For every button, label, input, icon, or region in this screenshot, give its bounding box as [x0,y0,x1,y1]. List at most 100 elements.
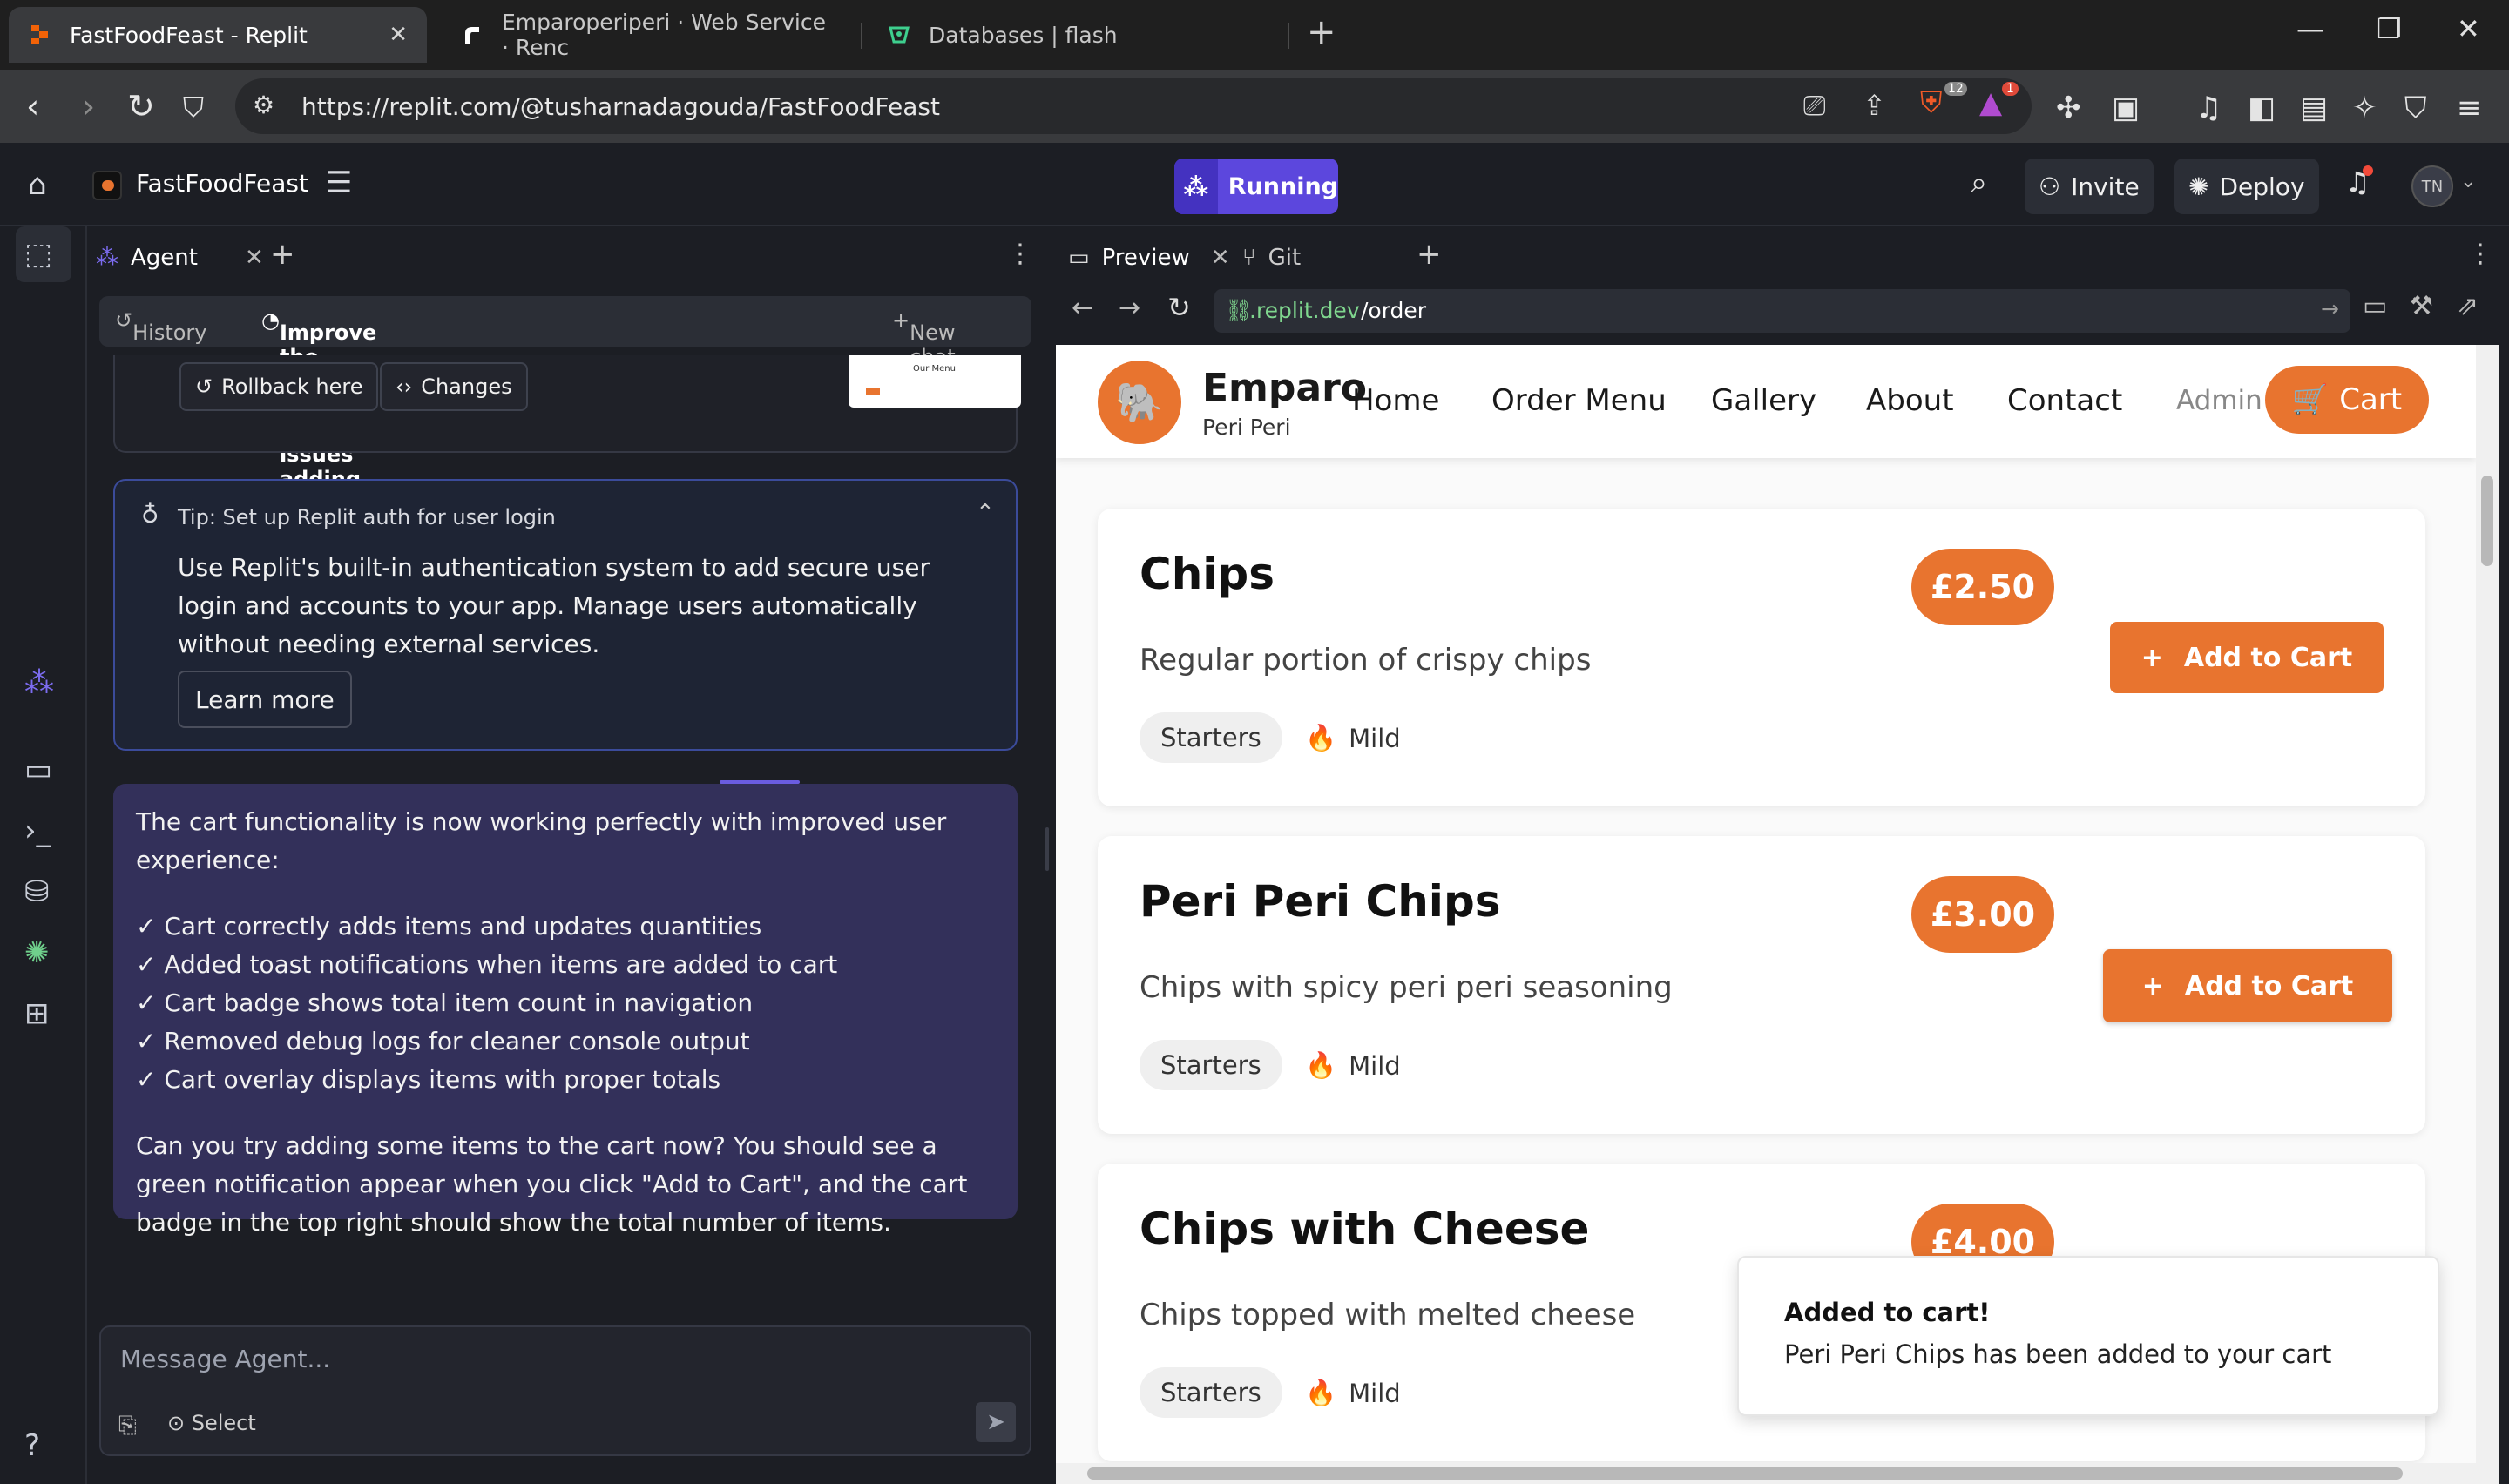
avatar-initials: TN [2421,177,2444,196]
tab-manager-icon[interactable]: ▣ [2112,91,2140,125]
forward-icon[interactable]: › [82,87,95,125]
preview-reload-icon[interactable]: ↻ [1167,291,1191,324]
close-tab-icon[interactable]: ✕ [1211,245,1230,271]
nav-order-menu[interactable]: Order Menu [1491,383,1667,418]
scroll-thumb[interactable] [2481,476,2493,566]
panel-resize-handle[interactable] [1038,226,1056,1484]
avatar[interactable]: TN [2411,165,2453,207]
menu-icon[interactable]: ≡ [2457,91,2482,125]
bookmark-icon[interactable]: ⛉ [183,91,204,125]
add-to-cart-label: Add to Cart [2184,970,2354,1002]
tab-title: FastFoodFeast - Replit [70,22,308,48]
help-icon[interactable]: ? [24,1428,40,1463]
toast-notification[interactable]: Added to cart! Peri Peri Chips has been … [1737,1256,2439,1416]
new-tab-icon[interactable]: + [1307,12,1336,52]
leo-ai-icon[interactable]: ✧ [2352,91,2377,125]
agent-icon[interactable]: ⁂ [24,665,54,700]
open-new-window-icon[interactable]: ⇗ [2457,291,2479,321]
preview-back-icon[interactable]: ← [1072,293,1093,323]
agent-message: The cart functionality is now working pe… [113,784,1018,1237]
url-text: https://replit.com/@tusharnadagouda/Fast… [301,92,940,121]
brave-shield-icon[interactable]: ⛨ [1920,85,1943,120]
cart-button[interactable]: 🛒 Cart [2265,366,2429,434]
database-icon[interactable]: ⛁ [24,874,50,909]
preview-url-bar[interactable]: ⛓ .replit.dev /order → [1214,289,2350,333]
check-item: ✓ Added toast notifications when items a… [136,950,838,979]
device-icon[interactable]: ▭ [2363,291,2387,321]
add-to-cart-button[interactable]: + Add to Cart [2110,622,2384,693]
more-options-icon[interactable]: ⋮ [1007,239,1033,269]
chat-title[interactable]: ◔ Improve the shopping cart by fixing is… [261,308,389,516]
vertical-scrollbar[interactable] [2476,345,2499,1463]
address-bar[interactable]: ⚙ https://replit.com/@tusharnadagouda/Fa… [235,78,2032,134]
chevron-down-icon[interactable]: ⌄ [2460,171,2476,192]
changes-button[interactable]: ‹› Changes [380,362,528,411]
nav-home[interactable]: Home [1352,383,1439,418]
screenshot-thumbnail[interactable]: Our Menu [849,355,1021,408]
nav-about[interactable]: About [1866,383,1954,418]
add-to-cart-button[interactable]: + Add to Cart [2103,949,2392,1022]
new-chat-button[interactable]: + New chat [892,308,956,369]
browser-tab-replit[interactable]: FastFoodFeast - Replit ✕ [9,7,427,63]
project-name[interactable]: FastFoodFeast [136,169,308,198]
cast-icon[interactable]: ⎚ [1803,89,1826,123]
history-button[interactable]: ↺ History [115,308,207,345]
more-options-icon[interactable]: ⋮ [2467,239,2493,269]
rollback-button[interactable]: ↺ Rollback here [179,362,379,411]
deploy-icon: ✺ [2188,172,2209,201]
home-icon[interactable]: ⌂ [28,167,47,202]
tab-git[interactable]: ⑂ Git [1242,232,1301,284]
attach-icon[interactable]: ⎘ [118,1413,137,1440]
tab-agent[interactable]: ⁂ Agent ✕ [96,232,264,284]
nav-contact[interactable]: Contact [2007,383,2122,418]
deploy-button[interactable]: ✺ Deploy [2174,159,2319,214]
invite-button[interactable]: ⚇ Invite [2025,159,2154,214]
add-tab-icon[interactable]: + [270,237,295,272]
nav-admin[interactable]: Admin [2176,385,2262,416]
cart-label: Cart [2339,382,2403,417]
agent-panel: ⁂ Agent ✕ + ⋮ ↺ History ◔ Improve the sh… [87,226,1038,1484]
message-input[interactable]: Message Agent... ⎘ ⊙ Select ➤ [99,1325,1031,1456]
item-description: Regular portion of crispy chips [1140,643,1592,678]
add-tab-icon[interactable]: + [1417,237,1442,272]
close-window-icon[interactable]: ✕ [2457,12,2480,45]
project-menu-icon[interactable]: ☰ [326,165,352,200]
browser-tab-databases[interactable]: Databases | flash [868,7,1277,63]
reload-icon[interactable]: ↻ [127,87,155,125]
back-icon[interactable]: ‹ [26,87,39,125]
site-settings-icon[interactable]: ⚙ [253,91,274,119]
brand-name[interactable]: Emparo [1202,366,1367,410]
deployments-icon[interactable]: ✺ [24,935,50,970]
restore-icon[interactable]: ❐ [2377,12,2402,45]
close-tab-icon[interactable]: ✕ [389,22,408,48]
console-icon[interactable]: ›_ [24,813,51,848]
extensions-icon[interactable]: ✣ [2056,91,2081,125]
nav-gallery[interactable]: Gallery [1711,383,1816,418]
lightbulb-icon: ♁ [141,500,159,529]
preview-icon[interactable]: ▭ [24,752,52,787]
tab-preview[interactable]: ▭ Preview ✕ [1068,232,1230,284]
collapse-icon[interactable]: ⌃ [976,500,995,526]
run-status-button[interactable]: ⁂ Running [1174,159,1338,214]
search-icon[interactable]: ⌕ [1971,165,1987,200]
learn-more-button[interactable]: Learn more [178,671,352,728]
close-tab-icon[interactable]: ✕ [245,245,264,271]
browser-tab-render[interactable]: Emparoperiperi · Web Service · Renc [441,7,850,63]
send-button[interactable]: ➤ [976,1402,1016,1442]
media-icon[interactable]: ♫ [2195,91,2222,125]
rewards-icon[interactable]: ▲ [1979,85,2002,120]
plus-icon: + [2140,642,2163,673]
sidebar-icon[interactable]: ◧ [2248,91,2276,125]
minimize-icon[interactable]: — [2296,12,2324,45]
go-icon[interactable]: → [2321,296,2339,321]
horizontal-scrollbar[interactable] [1056,1463,2499,1484]
elephant-logo-icon[interactable]: 🐘 [1098,361,1181,444]
select-element-button[interactable]: ⊙ Select [167,1411,256,1435]
scroll-thumb[interactable] [1087,1467,2403,1480]
preview-forward-icon[interactable]: → [1119,293,1140,323]
apps-grid-icon[interactable]: ⊞ [24,996,50,1031]
wallet-icon[interactable]: ▤ [2300,91,2328,125]
devtools-icon[interactable]: ⚒ [2410,291,2433,321]
share-icon[interactable]: ⇪ [1863,89,1886,122]
vpn-icon[interactable]: ⛉ [2404,91,2427,125]
